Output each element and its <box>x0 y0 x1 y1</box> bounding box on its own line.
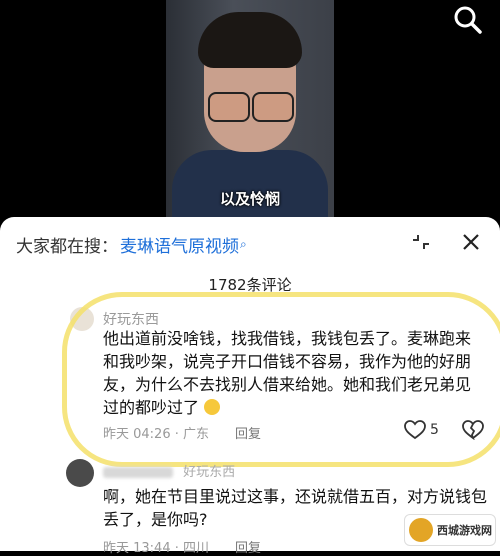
watermark-text: 西城游戏网 <box>437 524 492 537</box>
person-jacket <box>172 150 328 222</box>
comment-username-row: 好玩东西 <box>103 461 235 480</box>
comment-reply-to[interactable]: 好玩东西 <box>183 465 235 480</box>
avatar[interactable] <box>66 459 94 487</box>
search-icon[interactable] <box>452 4 484 36</box>
trending-search-link[interactable]: 麦琳语气原视频 <box>120 232 239 257</box>
video-frame: 以及怜悯 <box>166 0 334 222</box>
blurred-name <box>103 467 173 478</box>
search-small-icon: ⌕ <box>240 236 247 251</box>
video-area[interactable]: 以及怜悯 <box>0 0 500 222</box>
person-hair <box>198 12 302 68</box>
reply-button[interactable]: 回复 <box>235 537 261 556</box>
person-glasses <box>206 92 294 122</box>
comment-sheet: 大家都在搜： 麦琳语气原视频 ⌕ 1782条评论 好玩东西 他出道前没啥钱，找我… <box>0 217 500 556</box>
trending-search-bar: 大家都在搜： 麦琳语气原视频 ⌕ <box>16 229 247 259</box>
comment-meta: 昨天 13:44 · 四川 回复 <box>103 537 261 556</box>
video-caption: 以及怜悯 <box>219 190 280 208</box>
trending-label: 大家都在搜： <box>16 236 118 257</box>
close-icon[interactable] <box>458 229 484 255</box>
collapse-icon[interactable] <box>408 229 434 255</box>
comment-time-location: 昨天 13:44 · 四川 <box>103 541 209 556</box>
site-logo-icon <box>409 518 433 542</box>
highlight-circle <box>62 292 500 467</box>
watermark-badge: 西城游戏网 <box>404 514 496 546</box>
